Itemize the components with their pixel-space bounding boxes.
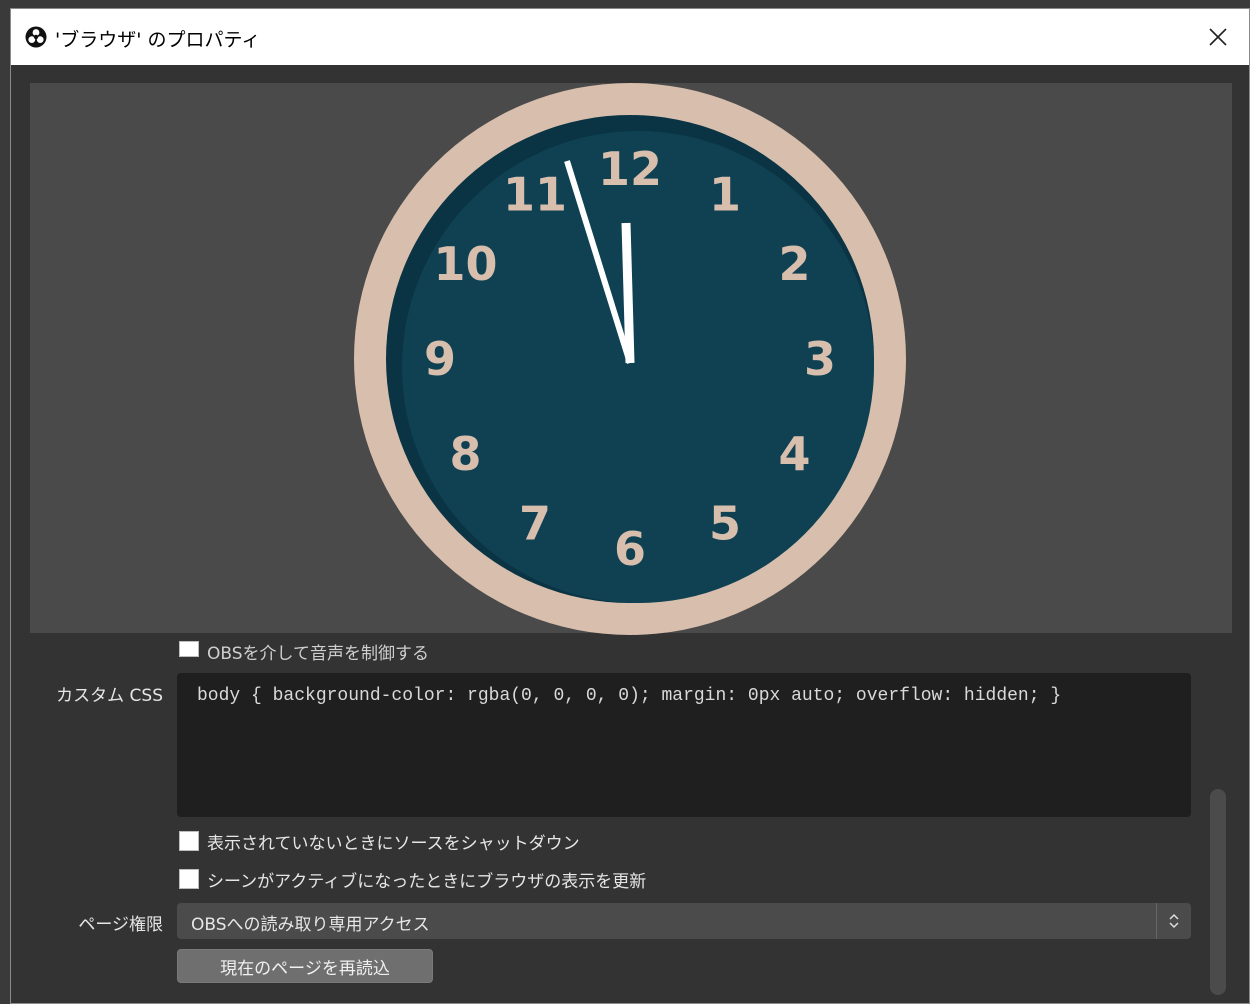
clock-number-4: 4 xyxy=(778,427,810,481)
clock-number-9: 9 xyxy=(424,332,456,386)
shutdown-when-hidden-label: 表示されていないときにソースをシャットダウン xyxy=(207,834,580,854)
reload-page-button[interactable]: 現在のページを再読込 xyxy=(177,949,433,983)
obs-audio-checkbox[interactable] xyxy=(179,641,199,657)
hour-hand xyxy=(621,222,635,364)
close-icon xyxy=(1209,28,1227,46)
clock-number-1: 1 xyxy=(709,168,741,222)
scrollbar[interactable] xyxy=(1210,789,1226,995)
close-button[interactable] xyxy=(1187,9,1249,65)
chevron-up-down-icon xyxy=(1169,913,1179,929)
shutdown-when-hidden-checkbox[interactable] xyxy=(179,831,199,851)
page-permissions-select[interactable]: OBSへの読み取り専用アクセス xyxy=(177,903,1191,939)
select-arrows[interactable] xyxy=(1156,903,1191,939)
clock-number-11: 11 xyxy=(503,168,567,222)
refresh-on-active-checkbox[interactable] xyxy=(179,869,199,889)
clock-number-8: 8 xyxy=(449,427,481,481)
page-permissions-value: OBSへの読み取り専用アクセス xyxy=(191,915,430,935)
refresh-on-active-label: シーンがアクティブになったときにブラウザの表示を更新 xyxy=(207,872,647,892)
window-title: 'ブラウザ' のプロパティ xyxy=(55,29,261,51)
browser-preview: 12 1 2 3 4 5 6 7 8 9 10 11 xyxy=(30,83,1232,635)
obs-logo-icon xyxy=(25,26,47,48)
obs-audio-checkbox-label: OBSを介して音声を制御する xyxy=(207,644,430,664)
clock-number-12: 12 xyxy=(598,142,662,196)
title-bar: 'ブラウザ' のプロパティ xyxy=(11,9,1249,65)
custom-css-textarea[interactable]: body { background-color: rgba(0, 0, 0, 0… xyxy=(177,673,1191,817)
clock-number-7: 7 xyxy=(519,497,551,551)
properties-dialog: 'ブラウザ' のプロパティ 12 1 2 3 4 5 6 7 8 9 10 11 OBSを介して音声を… xyxy=(10,8,1250,1004)
custom-css-label: カスタム CSS xyxy=(56,686,163,706)
clock-number-3: 3 xyxy=(804,332,836,386)
clock-number-6: 6 xyxy=(614,522,646,576)
clock-number-10: 10 xyxy=(433,237,497,291)
page-permissions-label: ページ権限 xyxy=(78,915,163,935)
clock-number-2: 2 xyxy=(778,237,810,291)
clock-widget: 12 12 3 45 6 78 9 1011 xyxy=(354,83,906,635)
clock-number-5: 5 xyxy=(709,497,741,551)
